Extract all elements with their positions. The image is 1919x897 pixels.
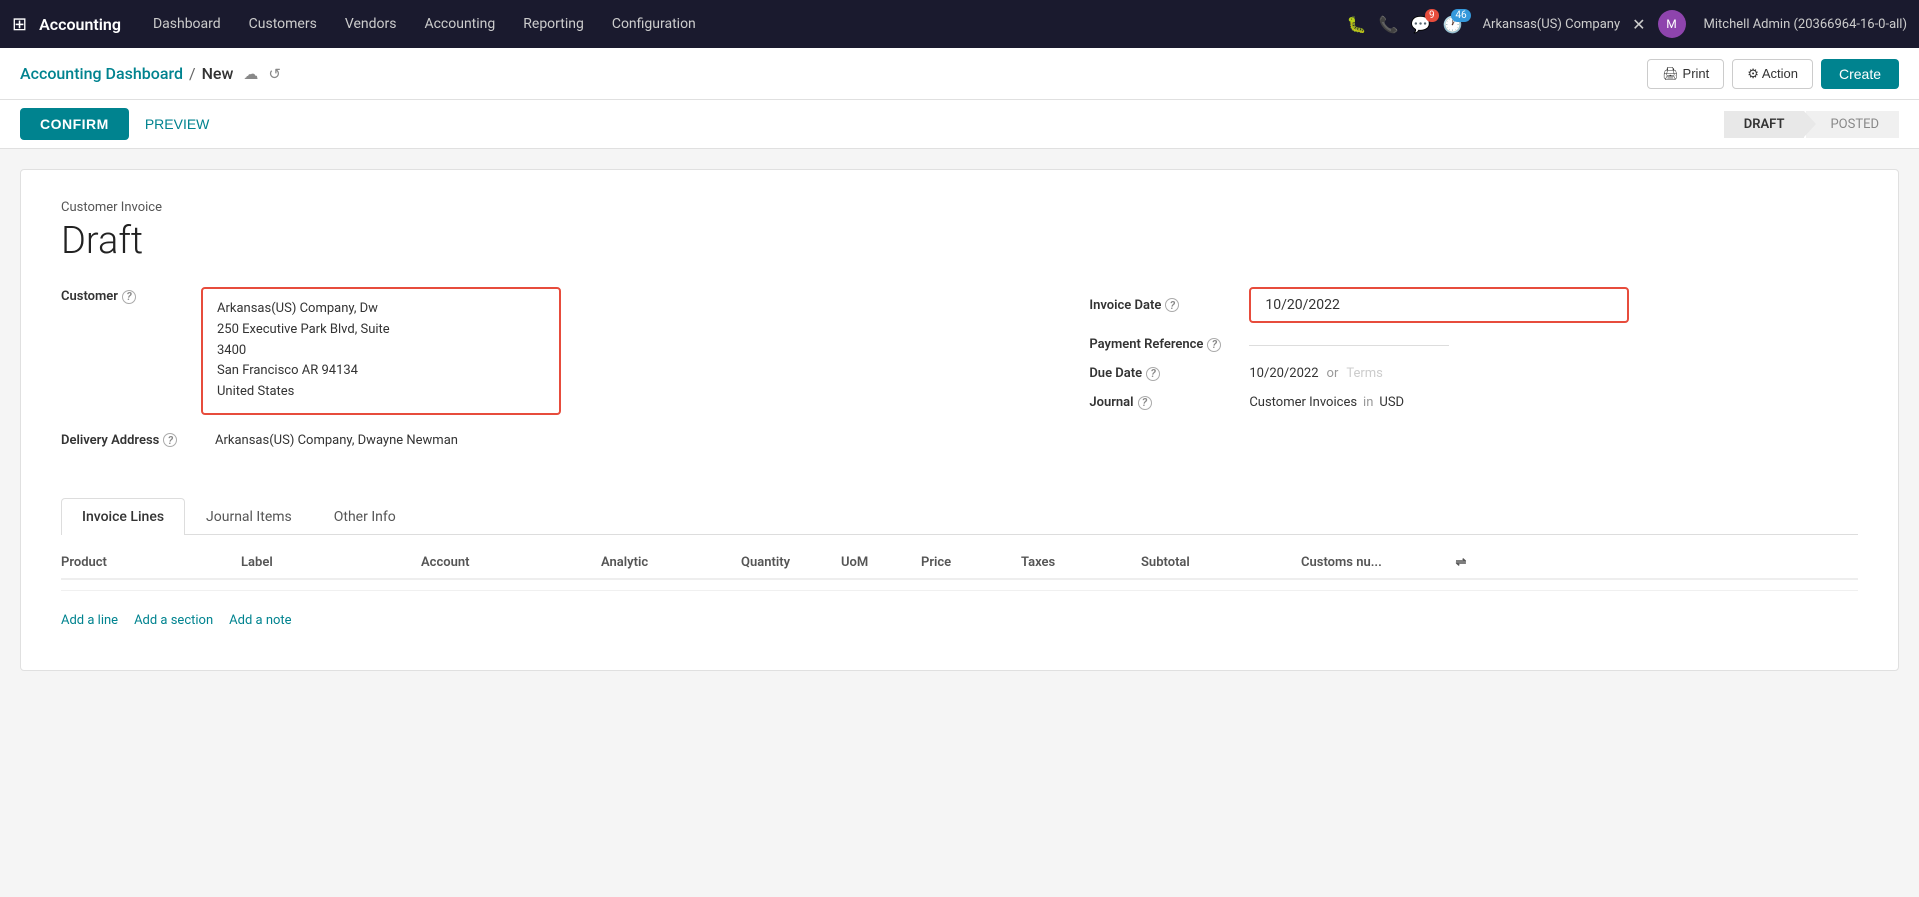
col-price: Price [921, 555, 1021, 570]
tab-other-info[interactable]: Other Info [313, 498, 417, 535]
action-button[interactable]: ⚙ Action [1732, 59, 1813, 89]
breadcrumb-current: New [202, 64, 234, 83]
activity-icon[interactable]: 🕐46 [1443, 15, 1463, 34]
status-step-posted: POSTED [1806, 111, 1899, 138]
left-fields: Customer ? Arkansas(US) Company, Dw 250 … [61, 287, 1049, 468]
add-line-button[interactable]: Add a line [61, 613, 118, 628]
table-header: Product Label Account Analytic Quantity … [61, 555, 1858, 580]
add-section-button[interactable]: Add a section [134, 613, 213, 628]
tab-invoice-lines[interactable]: Invoice Lines [61, 498, 185, 535]
status-step-draft: DRAFT [1724, 111, 1805, 138]
nav-vendors[interactable]: Vendors [333, 10, 409, 38]
customer-line3: 3400 [217, 341, 545, 362]
nav-accounting[interactable]: Accounting [412, 10, 507, 38]
col-settings-icon[interactable]: ⇌ [1441, 555, 1481, 570]
col-product: Product [61, 555, 241, 570]
nav-configuration[interactable]: Configuration [600, 10, 708, 38]
nav-reporting[interactable]: Reporting [511, 10, 596, 38]
due-date-label: Due Date ? [1089, 366, 1249, 381]
table-separator [61, 590, 1858, 591]
col-taxes: Taxes [1021, 555, 1141, 570]
cloud-save-icon[interactable]: ☁ [243, 65, 258, 83]
payment-reference-label: Payment Reference ? [1089, 337, 1249, 352]
refresh-icon[interactable]: ↺ [268, 65, 281, 83]
nav-customers[interactable]: Customers [237, 10, 329, 38]
create-button[interactable]: Create [1821, 59, 1899, 89]
currency-value: USD [1379, 395, 1404, 410]
table-actions: Add a line Add a section Add a note [61, 601, 1858, 640]
add-note-button[interactable]: Add a note [229, 613, 291, 628]
invoice-draft-label: Draft [61, 219, 1858, 263]
chat-icon[interactable]: 💬9 [1411, 15, 1431, 34]
invoice-fields: Customer ? Arkansas(US) Company, Dw 250 … [61, 287, 1858, 468]
app-grid-icon[interactable]: ⊞ [12, 14, 27, 35]
invoice-type: Customer Invoice [61, 200, 1858, 215]
customer-box[interactable]: Arkansas(US) Company, Dw 250 Executive P… [201, 287, 561, 415]
delivery-address-label: Delivery Address ? [61, 431, 201, 448]
delivery-address-value: Arkansas(US) Company, Dwayne Newman [201, 431, 458, 452]
customer-line5: United States [217, 382, 545, 403]
invoice-date-value: 10/20/2022 [1265, 297, 1340, 313]
delivery-address-field-group: Delivery Address ? Arkansas(US) Company,… [61, 431, 1049, 452]
company-name: Arkansas(US) Company [1483, 17, 1621, 32]
activity-badge: 46 [1451, 9, 1470, 22]
confirm-button[interactable]: CONFIRM [20, 108, 129, 140]
payment-reference-row: Payment Reference ? [1089, 337, 1858, 352]
customer-line4: San Francisco AR 94134 [217, 361, 545, 382]
due-date-help-icon[interactable]: ? [1146, 367, 1160, 381]
or-label: or [1327, 366, 1339, 381]
chat-badge: 9 [1425, 9, 1439, 22]
customer-line2: 250 Executive Park Blvd, Suite [217, 320, 545, 341]
nav-icons-group: 🐛 📞 💬9 🕐46 Arkansas(US) Company ✕ M Mitc… [1347, 10, 1907, 38]
customer-field-group: Customer ? Arkansas(US) Company, Dw 250 … [61, 287, 1049, 415]
col-uom: UoM [841, 555, 921, 570]
customer-help-icon[interactable]: ? [122, 290, 136, 304]
col-account: Account [421, 555, 601, 570]
tab-journal-items[interactable]: Journal Items [185, 498, 313, 535]
col-quantity: Quantity [741, 555, 841, 570]
breadcrumb: Accounting Dashboard / New ☁ ↺ [20, 64, 1647, 83]
terms-field[interactable]: Terms [1346, 366, 1383, 381]
phone-icon[interactable]: 📞 [1379, 15, 1399, 34]
in-label: in [1363, 395, 1373, 410]
payment-ref-help-icon[interactable]: ? [1207, 338, 1221, 352]
invoice-tabs: Invoice Lines Journal Items Other Info [61, 498, 1858, 535]
col-analytic: Analytic [601, 555, 741, 570]
journal-help-icon[interactable]: ? [1138, 396, 1152, 410]
col-customs: Customs nu... [1301, 555, 1441, 570]
breadcrumb-actions: 🖨 Print ⚙ Action Create [1647, 59, 1899, 89]
close-icon[interactable]: ✕ [1632, 15, 1645, 34]
brand-name: Accounting [39, 15, 121, 34]
col-label: Label [241, 555, 421, 570]
main-content: Customer Invoice Draft Customer ? Arkans… [0, 149, 1919, 886]
invoice-date-box[interactable]: 10/20/2022 [1249, 287, 1629, 323]
top-navigation: ⊞ Accounting Dashboard Customers Vendors… [0, 0, 1919, 48]
right-fields: Invoice Date ? 10/20/2022 Payment Refere… [1089, 287, 1858, 468]
print-button[interactable]: 🖨 Print [1647, 59, 1724, 89]
preview-button[interactable]: PREVIEW [129, 108, 226, 140]
customer-label: Customer ? [61, 287, 201, 304]
invoice-date-label: Invoice Date ? [1089, 298, 1249, 313]
customer-line1: Arkansas(US) Company, Dw [217, 299, 545, 320]
invoice-date-help-icon[interactable]: ? [1165, 298, 1179, 312]
status-steps: DRAFT POSTED [1724, 111, 1899, 138]
journal-value: Customer Invoices [1249, 395, 1357, 410]
breadcrumb-bar: Accounting Dashboard / New ☁ ↺ 🖨 Print ⚙… [0, 48, 1919, 100]
journal-row: Journal ? Customer Invoices in USD [1089, 395, 1858, 410]
col-subtotal: Subtotal [1141, 555, 1301, 570]
nav-dashboard[interactable]: Dashboard [141, 10, 233, 38]
bug-icon[interactable]: 🐛 [1347, 15, 1367, 34]
user-name: Mitchell Admin (20366964-16-0-all) [1704, 17, 1907, 32]
due-date-row: Due Date ? 10/20/2022 or Terms [1089, 366, 1858, 381]
payment-reference-value[interactable] [1249, 343, 1449, 346]
invoice-date-row: Invoice Date ? 10/20/2022 [1089, 287, 1858, 323]
invoice-card: Customer Invoice Draft Customer ? Arkans… [20, 169, 1899, 671]
user-avatar[interactable]: M [1658, 10, 1686, 38]
status-bar: CONFIRM PREVIEW DRAFT POSTED [0, 100, 1919, 149]
breadcrumb-link[interactable]: Accounting Dashboard [20, 64, 183, 83]
due-date-value: 10/20/2022 [1249, 366, 1318, 381]
journal-label: Journal ? [1089, 395, 1249, 410]
delivery-help-icon[interactable]: ? [163, 433, 177, 447]
breadcrumb-separator: / [189, 64, 196, 83]
